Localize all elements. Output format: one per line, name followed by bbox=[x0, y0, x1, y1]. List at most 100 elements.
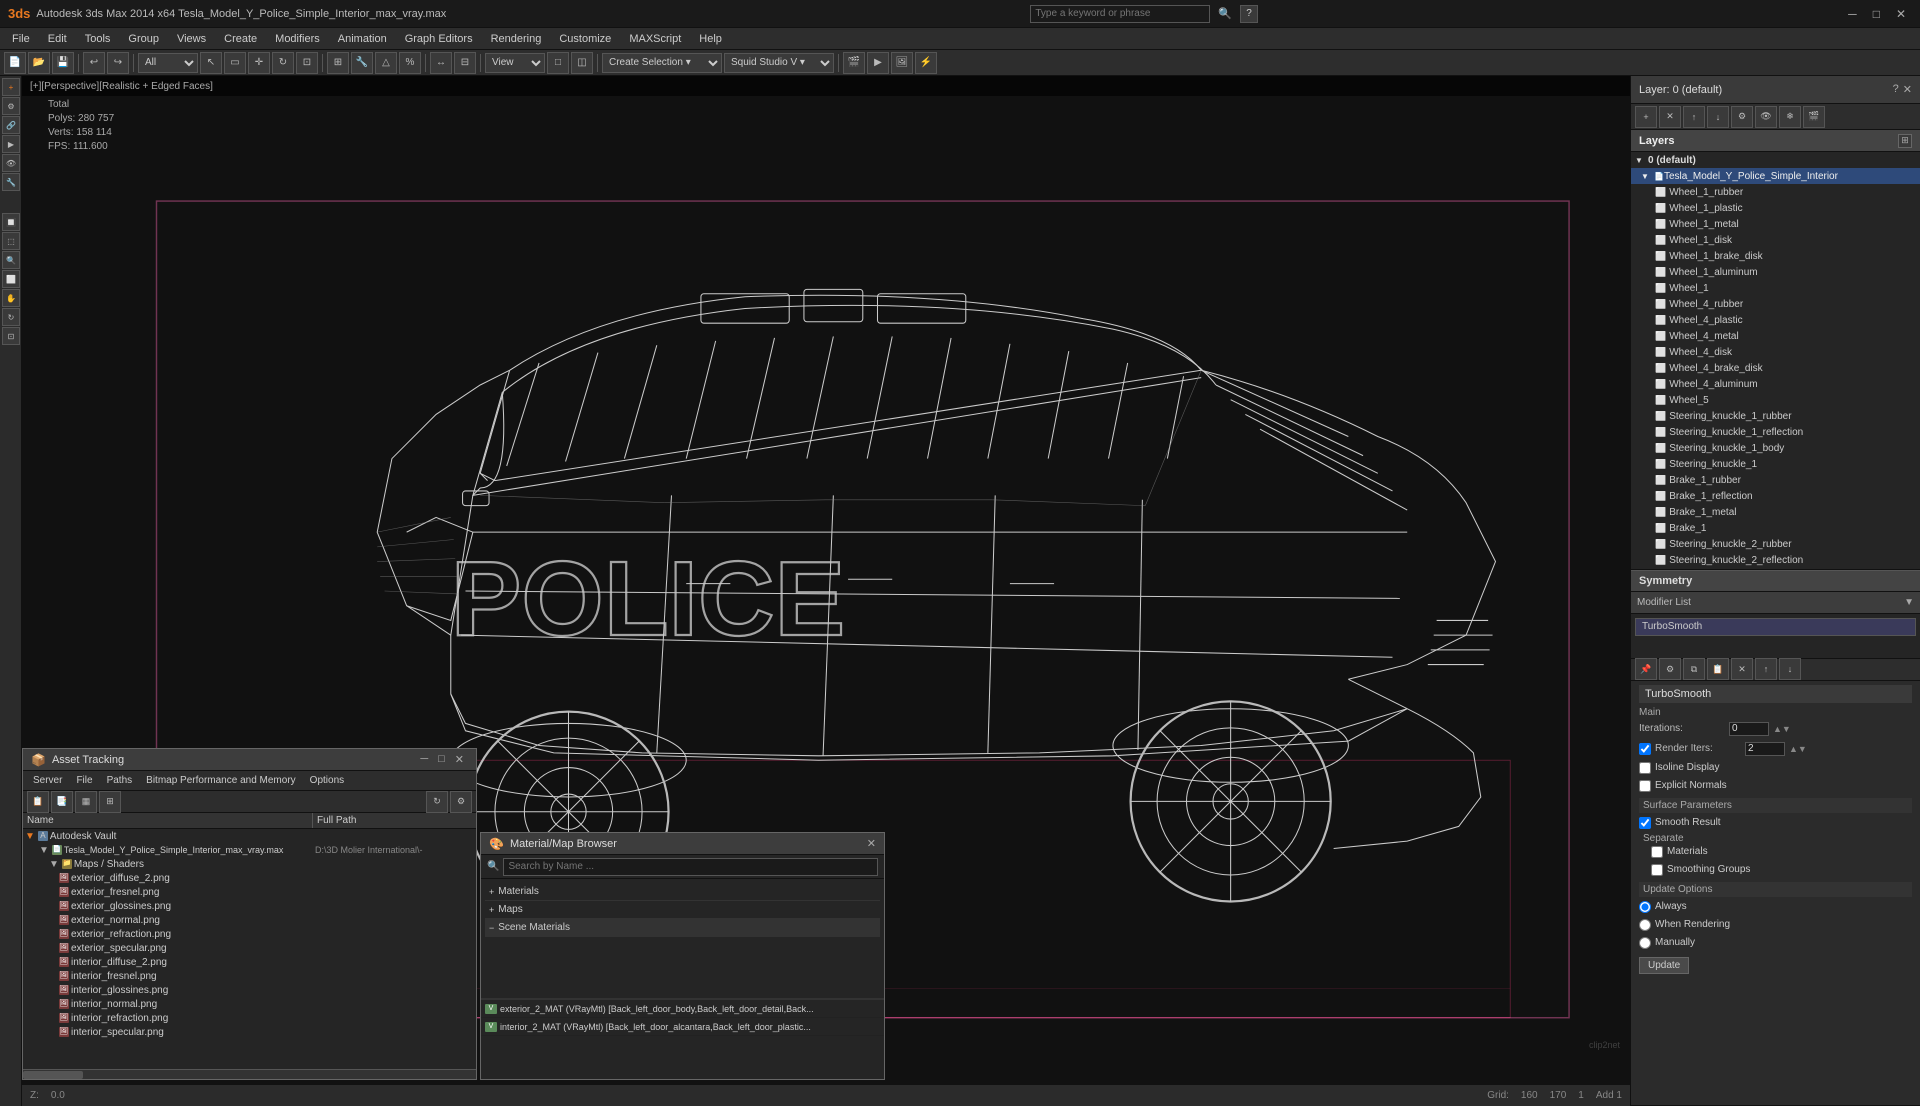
undo-btn[interactable]: ↩ bbox=[83, 52, 105, 74]
list-item[interactable]: ⬜Wheel_1_aluminum bbox=[1631, 264, 1920, 280]
asset-view-btn3[interactable]: ▦ bbox=[75, 791, 97, 813]
min-max-btn[interactable]: ⊡ bbox=[2, 327, 20, 345]
render-active-btn[interactable]: ⚡ bbox=[915, 52, 937, 74]
asset-row-map10[interactable]: 🖼 interior_normal.png bbox=[23, 997, 476, 1011]
mod-config-btn[interactable]: ⚙ bbox=[1659, 658, 1681, 680]
asset-refresh-btn[interactable]: ↻ bbox=[426, 791, 448, 813]
percent-snap-btn[interactable]: % bbox=[399, 52, 421, 74]
asset-maximize-btn[interactable]: □ bbox=[434, 753, 449, 766]
asset-settings-btn[interactable]: ⚙ bbox=[450, 791, 472, 813]
asset-close-btn[interactable]: ✕ bbox=[451, 753, 468, 766]
asset-row-map7[interactable]: 🖼 interior_diffuse_2.png bbox=[23, 955, 476, 969]
asset-row-map5[interactable]: 🖼 exterior_refraction.png bbox=[23, 927, 476, 941]
rotate-btn[interactable]: ↻ bbox=[272, 52, 294, 74]
asset-row-map6[interactable]: 🖼 exterior_specular.png bbox=[23, 941, 476, 955]
layer-render-btn[interactable]: 🎬 bbox=[1803, 106, 1825, 128]
ortho-btn[interactable]: ⬚ bbox=[2, 232, 20, 250]
redo-btn[interactable]: ↪ bbox=[107, 52, 129, 74]
asset-menu-options[interactable]: Options bbox=[304, 774, 350, 787]
asset-row-map2[interactable]: 🖼 exterior_fresnel.png bbox=[23, 885, 476, 899]
scale-btn[interactable]: ⊡ bbox=[296, 52, 318, 74]
mirror-btn[interactable]: ↔ bbox=[430, 52, 452, 74]
list-item[interactable]: ⬜Wheel_4_rubber bbox=[1631, 296, 1920, 312]
titlebar-search[interactable] bbox=[1030, 5, 1210, 23]
selection-set-dropdown[interactable]: All bbox=[138, 53, 198, 73]
modifier-dropdown-arrow[interactable]: ▼ bbox=[1904, 597, 1914, 608]
asset-menu-paths[interactable]: Paths bbox=[101, 774, 139, 787]
list-item[interactable]: ⬜Wheel_4_plastic bbox=[1631, 312, 1920, 328]
render-iters-spinner[interactable]: ▲▼ bbox=[1789, 744, 1807, 754]
asset-row-folder[interactable]: ▼ 📁 Maps / Shaders bbox=[23, 857, 476, 871]
asset-row-map4[interactable]: 🖼 exterior_normal.png bbox=[23, 913, 476, 927]
menu-rendering[interactable]: Rendering bbox=[483, 31, 550, 47]
list-item[interactable]: ⬜Wheel_4_metal bbox=[1631, 328, 1920, 344]
reference-btn[interactable]: ⊞ bbox=[327, 52, 349, 74]
list-item[interactable]: ⬜Wheel_1_brake_disk bbox=[1631, 248, 1920, 264]
sel-objects-btn[interactable]: ↓ bbox=[1707, 106, 1729, 128]
list-item[interactable]: ⬜Brake_1 bbox=[1631, 520, 1920, 536]
asset-row-map12[interactable]: 🖼 interior_specular.png bbox=[23, 1025, 476, 1039]
list-item[interactable]: ⬜Wheel_1 bbox=[1631, 280, 1920, 296]
list-item[interactable]: ⬜Brake_1_metal bbox=[1631, 504, 1920, 520]
asset-row-file[interactable]: ▼ 📄 Tesla_Model_Y_Police_Simple_Interior… bbox=[23, 843, 476, 857]
menu-group[interactable]: Group bbox=[120, 31, 167, 47]
asset-view-btn2[interactable]: 📑 bbox=[51, 791, 73, 813]
mat-close-btn[interactable]: ✕ bbox=[867, 837, 876, 850]
maximize-btn[interactable]: □ bbox=[1867, 5, 1886, 23]
asset-minimize-btn[interactable]: ─ bbox=[416, 753, 432, 766]
utilities-btn[interactable]: 🔧 bbox=[2, 173, 20, 191]
select-region-btn[interactable]: ▭ bbox=[224, 52, 246, 74]
menu-tools[interactable]: Tools bbox=[77, 31, 119, 47]
snap-btn[interactable]: 🔧 bbox=[351, 52, 373, 74]
asset-menu-server[interactable]: Server bbox=[27, 774, 68, 787]
close-btn[interactable]: ✕ bbox=[1890, 5, 1912, 23]
list-item[interactable]: ⬜Steering_knuckle_1_reflection bbox=[1631, 424, 1920, 440]
create-selection-dropdown[interactable]: Create Selection ▾ bbox=[602, 53, 722, 73]
manually-radio[interactable] bbox=[1639, 937, 1651, 949]
asset-row-vault[interactable]: ▼ A Autodesk Vault bbox=[23, 829, 476, 843]
mod-copy-btn[interactable]: ⧉ bbox=[1683, 658, 1705, 680]
search-btn[interactable]: 🔍 bbox=[1218, 7, 1232, 20]
list-item[interactable]: ⬜Wheel_5 bbox=[1631, 392, 1920, 408]
menu-views[interactable]: Views bbox=[169, 31, 214, 47]
layers-list[interactable]: ▼ 0 (default) ▼ 📄 Tesla_Model_Y_Police_S… bbox=[1631, 152, 1920, 570]
orbit-btn[interactable]: ↻ bbox=[2, 308, 20, 326]
minimize-btn[interactable]: ─ bbox=[1842, 5, 1863, 23]
mod-move-down-btn[interactable]: ↓ bbox=[1779, 658, 1801, 680]
layer-settings-btn[interactable]: ⚙ bbox=[1731, 106, 1753, 128]
render-iters-check[interactable] bbox=[1639, 743, 1651, 755]
render-setup-btn[interactable]: 🎬 bbox=[843, 52, 865, 74]
list-item[interactable]: ⬜Brake_1_reflection bbox=[1631, 488, 1920, 504]
squid-dropdown[interactable]: Squid Studio V ▾ bbox=[724, 53, 834, 73]
save-btn[interactable]: 💾 bbox=[52, 52, 74, 74]
angle-snap-btn[interactable]: △ bbox=[375, 52, 397, 74]
list-item[interactable]: ⬜Steering_knuckle_1_rubber bbox=[1631, 408, 1920, 424]
list-item[interactable]: ⬜Steering_knuckle_1 bbox=[1631, 456, 1920, 472]
menu-maxscript[interactable]: MAXScript bbox=[621, 31, 689, 47]
hierarchy-btn[interactable]: 🔗 bbox=[2, 116, 20, 134]
add-sel-to-layer-btn[interactable]: ↑ bbox=[1683, 106, 1705, 128]
layer-hide-btn[interactable]: 👁 bbox=[1755, 106, 1777, 128]
layers-close-btn[interactable]: ✕ bbox=[1903, 83, 1912, 96]
list-item[interactable]: ⬜Brake_1_rubber bbox=[1631, 472, 1920, 488]
open-btn[interactable]: 📂 bbox=[28, 52, 50, 74]
turbosmooth-modifier[interactable]: TurboSmooth bbox=[1635, 618, 1916, 636]
menu-customize[interactable]: Customize bbox=[551, 31, 619, 47]
view-btn2[interactable]: □ bbox=[547, 52, 569, 74]
asset-row-map1[interactable]: 🖼 exterior_diffuse_2.png bbox=[23, 871, 476, 885]
menu-animation[interactable]: Animation bbox=[330, 31, 395, 47]
list-item[interactable]: ⬜Wheel_4_aluminum bbox=[1631, 376, 1920, 392]
mat-item-2[interactable]: V interior_2_MAT (VRayMtl) [Back_left_do… bbox=[481, 1018, 884, 1036]
layer-root[interactable]: ▼ 0 (default) bbox=[1631, 152, 1920, 168]
view-btn3[interactable]: ◫ bbox=[571, 52, 593, 74]
menu-graph-editors[interactable]: Graph Editors bbox=[397, 31, 481, 47]
isoline-check[interactable] bbox=[1639, 762, 1651, 774]
asset-row-map8[interactable]: 🖼 interior_fresnel.png bbox=[23, 969, 476, 983]
list-item[interactable]: ⬜Steering_knuckle_1_body bbox=[1631, 440, 1920, 456]
new-btn[interactable]: 📄 bbox=[4, 52, 26, 74]
list-item[interactable]: ⬜Wheel_1_metal bbox=[1631, 216, 1920, 232]
mat-search-input[interactable] bbox=[503, 858, 878, 876]
snap-toggle-btn[interactable]: 🔲 bbox=[2, 213, 20, 231]
list-item[interactable]: ⬜Wheel_1_disk bbox=[1631, 232, 1920, 248]
delete-layer-btn[interactable]: ✕ bbox=[1659, 106, 1681, 128]
